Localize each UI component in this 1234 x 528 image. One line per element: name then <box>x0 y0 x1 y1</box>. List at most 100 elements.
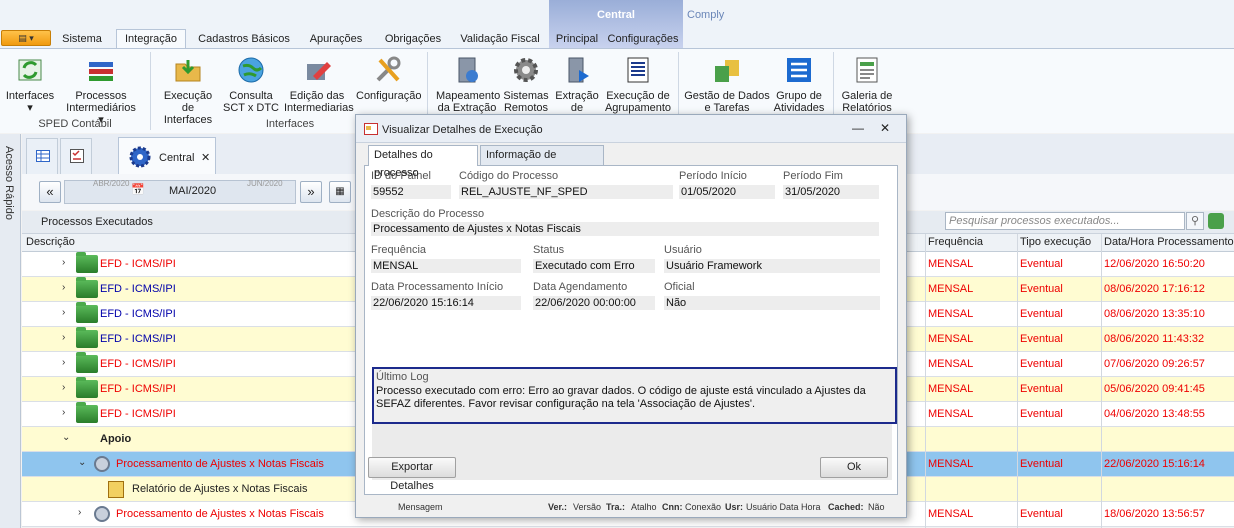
row-descricao: Relatório de Ajustes x Notas Fiscais <box>132 483 308 495</box>
tab-central-label: Central <box>159 152 195 164</box>
row-descricao: Processamento de Ajustes x Notas Fiscais <box>116 508 324 520</box>
expand-chevron-icon[interactable]: › <box>78 507 81 518</box>
folder-icon <box>76 352 98 373</box>
status-bar: Mensagem Ver.: Versão Tra.: Atalho Cnn: … <box>364 495 898 517</box>
filter-icon[interactable] <box>1208 213 1224 229</box>
row-descricao: Processamento de Ajustes x Notas Fiscais <box>116 458 324 470</box>
search-input[interactable]: Pesquisar processos executados... <box>945 212 1185 230</box>
tab-validacao-fiscal[interactable]: Validação Fiscal <box>458 30 542 48</box>
expand-chevron-icon[interactable]: › <box>62 382 65 393</box>
exportar-detalhes-button[interactable]: Exportar Detalhes <box>368 457 456 492</box>
calendar-icon: ▦ <box>335 186 345 197</box>
row-frequencia: MENSAL <box>928 358 974 370</box>
status-tra-label: Tra.: <box>606 502 626 512</box>
group-label-sped: SPED Contábil <box>38 118 112 130</box>
row-data: 08/06/2020 17:16:12 <box>1104 283 1205 295</box>
expand-chevron-icon[interactable]: › <box>62 357 65 368</box>
group-label-interfaces: Interfaces <box>265 118 315 130</box>
row-tipo: Eventual <box>1020 283 1063 295</box>
interfaces-button[interactable]: Interfaces ▾ <box>4 54 56 114</box>
column-descricao[interactable]: Descrição <box>26 236 75 248</box>
configuracao-button[interactable]: Configuração <box>356 54 422 102</box>
tab-central[interactable]: Central ✕ <box>118 137 216 174</box>
edicao-intermediarias-button[interactable]: Edição das Intermediarias <box>284 54 354 114</box>
galeria-relatorios-button[interactable]: Galeria de Relatórios <box>840 54 894 114</box>
frequencia-label: Frequência <box>371 244 427 256</box>
row-frequencia: MENSAL <box>928 258 974 270</box>
folder-icon <box>76 252 98 273</box>
grid-title: Processos Executados <box>41 216 153 228</box>
row-data: 18/06/2020 13:56:57 <box>1104 508 1205 520</box>
tab-configuracoes[interactable]: Configurações <box>606 30 680 48</box>
row-tipo: Eventual <box>1020 258 1063 270</box>
status-label: Status <box>533 244 565 256</box>
column-data[interactable]: Data/Hora Processamento <box>1104 236 1234 248</box>
data-proc-inicio-label: Data Processamento Início <box>371 281 504 293</box>
previous-period-button[interactable]: « <box>39 181 61 203</box>
dialog-titlebar[interactable]: Visualizar Detalhes de Execução — ✕ <box>356 115 906 143</box>
details-dialog: Visualizar Detalhes de Execução — ✕ Deta… <box>355 114 907 518</box>
expand-chevron-icon[interactable]: › <box>62 307 65 318</box>
calendar-icon: 📅 <box>131 184 145 196</box>
configuracao-label: Configuração <box>356 90 422 102</box>
status-tra-value: Atalho <box>631 502 657 512</box>
period-selector[interactable]: ABR/2020 📅 MAI/2020 JUN/2020 <box>64 179 296 204</box>
row-tipo: Eventual <box>1020 408 1063 420</box>
expand-chevron-icon[interactable]: › <box>62 332 65 343</box>
column-tipo[interactable]: Tipo execução <box>1020 236 1091 248</box>
sistemas-remotos-button[interactable]: Sistemas Remotos <box>502 54 550 114</box>
tab-grid-view[interactable] <box>26 138 58 174</box>
report-icon <box>856 57 878 83</box>
checklist-icon <box>70 149 84 163</box>
grid-divider <box>1017 234 1018 528</box>
processos-button[interactable]: Processos Intermediários ▾ <box>62 54 140 126</box>
grupo-atividades-button[interactable]: Grupo de Atividades <box>772 54 826 114</box>
tab-principal[interactable]: Principal <box>552 30 602 48</box>
process-gear-icon <box>94 506 110 522</box>
expand-chevron-icon[interactable]: ⌄ <box>78 457 86 468</box>
tab-cadastros-basicos[interactable]: Cadastros Básicos <box>196 30 292 48</box>
oficial-field: Não <box>664 296 880 310</box>
oficial-label: Oficial <box>664 281 695 293</box>
close-icon[interactable]: ✕ <box>880 121 890 135</box>
execucao-interfaces-button[interactable]: Execução de Interfaces <box>157 54 219 126</box>
column-frequencia[interactable]: Frequência <box>928 236 983 248</box>
tab-detalhes[interactable]: Detalhes do processo <box>368 145 478 179</box>
grid-divider <box>1101 234 1102 528</box>
processes-icon <box>89 62 113 81</box>
expand-chevron-icon[interactable]: ⌄ <box>62 432 70 443</box>
tab-obrigacoes[interactable]: Obrigações <box>378 30 448 48</box>
tab-apuracoes[interactable]: Apurações <box>304 30 368 48</box>
close-icon[interactable]: ✕ <box>201 151 210 164</box>
row-data: 12/06/2020 16:50:20 <box>1104 258 1205 270</box>
row-tipo: Eventual <box>1020 383 1063 395</box>
frequencia-field: MENSAL <box>371 259 521 273</box>
tab-informacao[interactable]: Informação de execução <box>480 145 604 179</box>
comply-label: Comply <box>687 9 725 21</box>
globe-icon <box>238 57 264 83</box>
gestao-dados-label: Gestão de Dados e Tarefas <box>684 90 770 114</box>
expand-chevron-icon[interactable]: › <box>62 407 65 418</box>
gestao-dados-button[interactable]: Gestão de Dados e Tarefas <box>684 54 770 114</box>
row-tipo: Eventual <box>1020 358 1063 370</box>
ok-button[interactable]: Ok <box>820 457 888 478</box>
consulta-sct-button[interactable]: Consulta SCT x DTC <box>222 54 280 114</box>
row-tipo: Eventual <box>1020 308 1063 320</box>
next-period-button[interactable]: » <box>300 181 322 203</box>
calendar-button[interactable]: ▦ <box>329 181 351 203</box>
row-frequencia: MENSAL <box>928 333 974 345</box>
execucao-agrupamento-button[interactable]: Execução de Agrupamento <box>604 54 672 114</box>
expand-chevron-icon[interactable]: › <box>62 282 65 293</box>
tab-checklist[interactable] <box>60 138 92 174</box>
row-data: 08/06/2020 13:35:10 <box>1104 308 1205 320</box>
tab-integracao[interactable]: Integração <box>116 29 186 49</box>
context-title: Central <box>597 9 635 21</box>
tab-sistema[interactable]: Sistema <box>58 30 106 48</box>
mapeamento-button[interactable]: Mapeamento da Extração <box>436 54 500 114</box>
server-play-icon <box>568 57 589 83</box>
app-menu-button[interactable]: ▤ ▾ <box>1 30 51 46</box>
minimize-icon[interactable]: — <box>852 121 864 135</box>
expand-chevron-icon[interactable]: › <box>62 257 65 268</box>
report-icon <box>108 481 124 498</box>
search-icon[interactable]: ⚲ <box>1186 212 1204 230</box>
